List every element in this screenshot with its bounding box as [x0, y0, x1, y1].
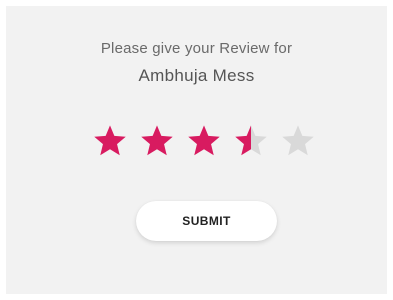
- star-icon[interactable]: [186, 123, 222, 159]
- star-icon[interactable]: [92, 123, 128, 159]
- star-icon[interactable]: [280, 123, 316, 159]
- place-name: Ambhuja Mess: [138, 66, 255, 85]
- star-rating[interactable]: [92, 123, 316, 159]
- star-icon[interactable]: [139, 123, 175, 159]
- star-icon[interactable]: [233, 123, 269, 159]
- review-prompt: Please give your Review for: [100, 40, 293, 57]
- review-card: Please give your Review for Ambhuja Mess…: [6, 6, 387, 294]
- submit-button[interactable]: SUBMIT: [136, 201, 277, 241]
